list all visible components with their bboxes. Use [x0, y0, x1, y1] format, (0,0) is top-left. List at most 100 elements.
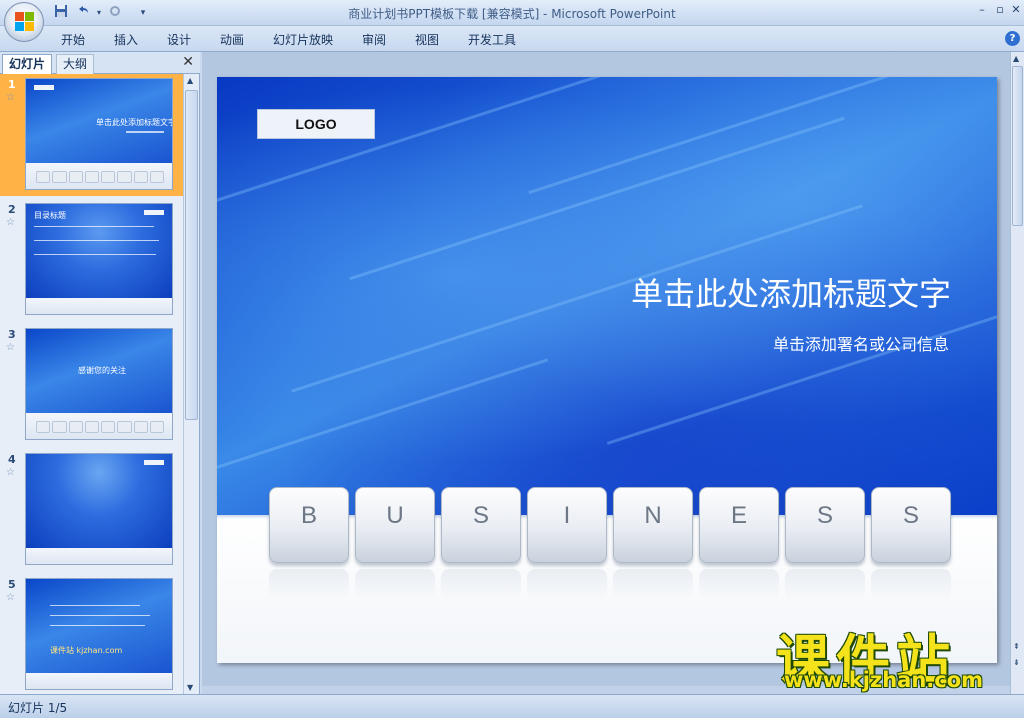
slide-editor: LOGO 单击此处添加标题文字 单击添加署名或公司信息 B U S I N E …	[202, 52, 1010, 694]
key-reflection	[527, 569, 607, 599]
key-letter: S	[816, 502, 833, 529]
tab-developer[interactable]: 开发工具	[468, 31, 516, 48]
status-bar: 幻灯片 1/5	[0, 694, 1024, 718]
previous-slide-icon[interactable]: ⇞	[1013, 642, 1020, 651]
thumbnail-text-line	[50, 615, 150, 616]
thumbnail-text-line	[50, 625, 145, 626]
key-letter: S	[902, 502, 919, 529]
tab-view[interactable]: 视图	[415, 31, 439, 48]
tab-slideshow[interactable]: 幻灯片放映	[273, 31, 333, 48]
key-reflection	[699, 569, 779, 599]
scroll-up-icon[interactable]: ▲	[1013, 54, 1019, 63]
thumbnail-row[interactable]: 1 ☆ 单击此处添加标题文字	[0, 74, 184, 196]
thumbnail-text-line	[34, 240, 159, 241]
tab-insert[interactable]: 插入	[114, 31, 138, 48]
help-icon[interactable]: ?	[1005, 31, 1020, 46]
tab-animation[interactable]: 动画	[220, 31, 244, 48]
key-reflection	[269, 569, 349, 599]
thumbnail-title: 单击此处添加标题文字	[96, 118, 173, 127]
thumbnail-logo	[144, 460, 164, 465]
thumbnail-keys	[36, 421, 164, 433]
minimize-button[interactable]: –	[974, 3, 990, 16]
thumbnail-slide-5[interactable]: 课件站 kjzhan.com	[25, 578, 173, 690]
thumbnail-number: 1	[8, 78, 16, 91]
title-bar: ▾ ▾ 商业计划书PPT模板下载 [兼容模式] - Microsoft Powe…	[0, 0, 1024, 26]
animation-star-icon: ☆	[6, 92, 15, 103]
thumbnail-number: 2	[8, 203, 16, 216]
thumbnail-slide-4[interactable]	[25, 453, 173, 565]
key-s3: S	[871, 487, 951, 563]
animation-star-icon: ☆	[6, 217, 15, 228]
thumbnail-row[interactable]: 4 ☆	[0, 449, 184, 571]
thumbnail-keys	[36, 171, 164, 183]
thumbnail-slide-1[interactable]: 单击此处添加标题文字	[25, 78, 173, 190]
key-s: S	[441, 487, 521, 563]
key-u: U	[355, 487, 435, 563]
thumbnail-row[interactable]: 2 ☆ 目录标题	[0, 199, 184, 321]
animation-star-icon: ☆	[6, 342, 15, 353]
key-n: N	[613, 487, 693, 563]
key-reflection	[441, 569, 521, 599]
thumbnail-text-line	[34, 226, 154, 227]
thumbnail-footer	[26, 297, 172, 314]
slides-pane: 幻灯片 大纲 ✕ 1 ☆ 单击此处添加标题文字 2 ☆ 目录标题 3 ☆ 感谢您…	[0, 52, 200, 694]
thumbnail-number: 5	[8, 578, 16, 591]
thumbnail-slide-2[interactable]: 目录标题	[25, 203, 173, 315]
key-letter: U	[386, 502, 404, 529]
pane-close-icon[interactable]: ✕	[182, 54, 194, 70]
key-reflection	[871, 569, 951, 599]
ribbon-tabs: 开始 插入 设计 动画 幻灯片放映 审阅 视图 开发工具 ?	[0, 26, 1024, 52]
thumbnail-number: 3	[8, 328, 16, 341]
pane-scroll-thumb[interactable]	[185, 90, 198, 420]
pane-scrollbar[interactable]: ▲ ▼	[183, 74, 199, 694]
thumbnail-footer	[26, 547, 172, 564]
key-letter: E	[730, 502, 747, 529]
slide-canvas[interactable]: LOGO 单击此处添加标题文字 单击添加署名或公司信息 B U S I N E …	[217, 77, 997, 663]
key-reflection	[613, 569, 693, 599]
scroll-down-icon[interactable]: ▼	[187, 683, 193, 692]
key-letter: I	[563, 502, 571, 529]
thumbnail-background	[26, 454, 172, 548]
key-e: E	[699, 487, 779, 563]
watermark-url: www.kjzhan.com	[784, 668, 984, 692]
pane-tabs: 幻灯片 大纲 ✕	[0, 52, 200, 74]
restore-button[interactable]: ▫	[992, 3, 1008, 16]
thumbnail-slide-3[interactable]: 感谢您的关注	[25, 328, 173, 440]
slide-subtitle[interactable]: 单击添加署名或公司信息	[773, 331, 949, 355]
thumbnail-title: 感谢您的关注	[78, 366, 126, 375]
key-letter: N	[644, 502, 662, 529]
office-logo-icon	[15, 12, 35, 32]
thumbnail-row[interactable]: 5 ☆ 课件站 kjzhan.com	[0, 574, 184, 694]
key-s2: S	[785, 487, 865, 563]
tab-home[interactable]: 开始	[61, 31, 85, 48]
keyboard-keys: B U S I N E S S	[269, 487, 953, 599]
thumbnail-title: 目录标题	[34, 211, 66, 220]
thumbnail-text-line	[34, 254, 156, 255]
logo-placeholder[interactable]: LOGO	[257, 109, 375, 139]
tab-review[interactable]: 审阅	[362, 31, 386, 48]
thumbnail-title: 课件站 kjzhan.com	[50, 646, 123, 655]
key-b: B	[269, 487, 349, 563]
tab-outline[interactable]: 大纲	[56, 54, 95, 74]
thumbnail-list: 1 ☆ 单击此处添加标题文字 2 ☆ 目录标题 3 ☆ 感谢您的关注 4 ☆ 5…	[0, 74, 184, 694]
thumbnail-row[interactable]: 3 ☆ 感谢您的关注	[0, 324, 184, 446]
slide-counter: 幻灯片 1/5	[8, 701, 68, 715]
editor-scrollbar[interactable]: ▲ ⇞ ⇟	[1010, 52, 1024, 694]
close-button[interactable]: ✕	[1008, 3, 1024, 16]
key-letter: S	[472, 502, 489, 529]
thumbnail-number: 4	[8, 453, 16, 466]
editor-scroll-thumb[interactable]	[1012, 66, 1023, 226]
thumbnail-subtitle-line	[126, 131, 164, 133]
tab-design[interactable]: 设计	[167, 31, 191, 48]
key-i: I	[527, 487, 607, 563]
tab-slides[interactable]: 幻灯片	[2, 54, 53, 74]
next-slide-icon[interactable]: ⇟	[1013, 658, 1020, 667]
key-reflection	[785, 569, 865, 599]
key-reflection	[355, 569, 435, 599]
slide-title[interactable]: 单击此处添加标题文字	[631, 269, 951, 315]
key-letter: B	[300, 502, 317, 529]
office-button[interactable]	[4, 2, 44, 42]
thumbnail-logo	[144, 210, 164, 215]
window-title: 商业计划书PPT模板下载 [兼容模式] - Microsoft PowerPoi…	[348, 7, 676, 21]
scroll-up-icon[interactable]: ▲	[187, 76, 193, 85]
